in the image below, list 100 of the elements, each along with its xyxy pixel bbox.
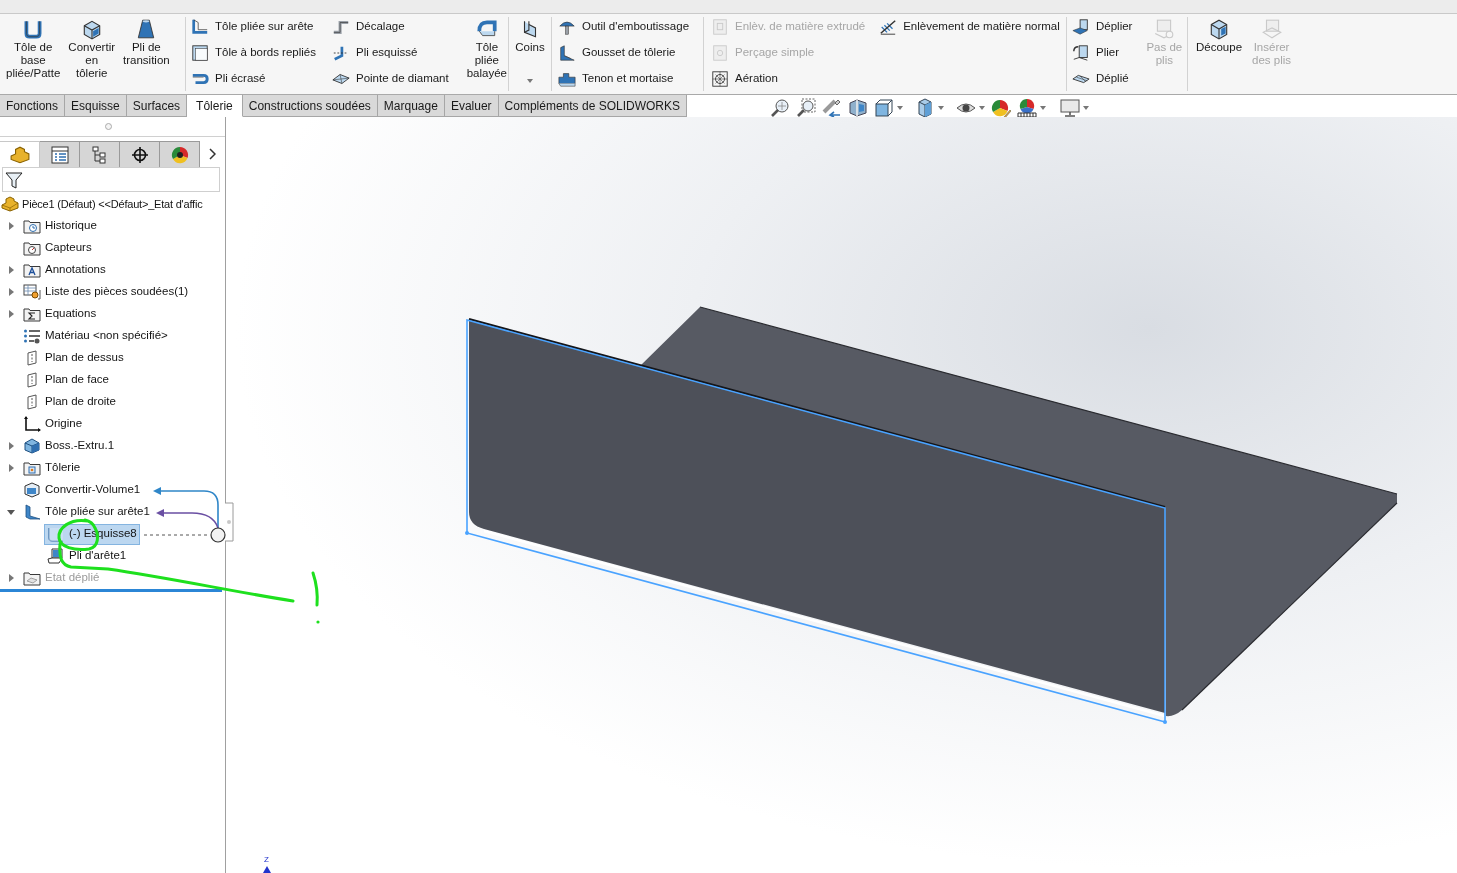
tree-item[interactable]: Boss.-Extru.1 <box>20 435 118 457</box>
caret-icon[interactable] <box>897 105 903 110</box>
cube-icon <box>23 438 41 454</box>
tree-item[interactable]: Equations <box>20 303 100 325</box>
l-bracket-icon <box>191 18 209 36</box>
chevron-right-icon[interactable] <box>209 148 216 160</box>
command-tab[interactable]: Constructions soudées <box>242 95 378 117</box>
magnifier-box-icon[interactable] <box>796 97 816 118</box>
monitor-icon[interactable] <box>1060 97 1080 118</box>
expand-arrow-icon[interactable] <box>8 310 14 318</box>
box-circle-icon <box>1153 18 1176 40</box>
folder-gauge-icon <box>23 240 41 256</box>
folder-sigma-icon <box>23 306 41 322</box>
tree-item[interactable]: Plan de face <box>20 369 112 391</box>
cube-icon[interactable] <box>874 97 894 118</box>
expand-arrow-icon[interactable] <box>8 464 14 472</box>
tree-item[interactable]: Tôlerie <box>20 457 84 479</box>
ribbon-button[interactable]: Outil d'emboutissage <box>556 14 692 40</box>
ribbon-button[interactable]: Découpe <box>1192 14 1247 94</box>
child-link-arrow <box>156 509 219 529</box>
command-tab[interactable]: Fonctions <box>0 95 66 117</box>
sheet-box-icon <box>23 482 41 498</box>
ribbon-button[interactable]: Coins <box>511 14 549 94</box>
section-cube-icon[interactable] <box>848 97 868 118</box>
tree-item[interactable]: Pli d'arête1 <box>44 545 130 567</box>
axis-label: Z <box>264 855 269 864</box>
expand-arrow-icon[interactable] <box>8 266 14 274</box>
list-gear-icon <box>23 328 41 344</box>
ribbon-button[interactable]: Tenon et mortaise <box>556 66 692 92</box>
ribbon-button[interactable]: Pli esquissé <box>330 40 451 66</box>
tree-item[interactable]: Plan de dessus <box>20 347 127 369</box>
panel-tab[interactable] <box>120 141 160 167</box>
folded-sheet-icon <box>47 548 65 564</box>
ribbon-button[interactable]: Convertir en tôlerie <box>64 14 119 94</box>
unfold-icon <box>1072 18 1090 36</box>
square-cut-icon <box>711 18 729 36</box>
tree-item[interactable]: Convertir-Volume1 <box>20 479 144 501</box>
command-tab[interactable]: Esquisse <box>65 95 127 117</box>
step-icon <box>332 18 350 36</box>
bend-icon <box>332 44 350 62</box>
ribbon-button[interactable]: Gousset de tôlerie <box>556 40 692 66</box>
tree-item[interactable]: Historique <box>20 215 100 237</box>
collapse-arrow-icon[interactable] <box>7 509 15 515</box>
ribbon-button[interactable]: Tôle à bords repliés <box>189 40 318 66</box>
ribbon-button[interactable]: Aération <box>709 66 868 92</box>
command-tab[interactable]: Marquage <box>377 95 445 117</box>
command-tab[interactable]: Evaluer <box>444 95 499 117</box>
sketch-icon <box>47 526 65 542</box>
magnifier-icon[interactable] <box>770 97 790 118</box>
tree-item[interactable]: Origine <box>20 413 86 435</box>
color-sphere-icon <box>169 145 190 164</box>
hatched-cut-icon <box>879 18 898 36</box>
caret-icon[interactable] <box>938 105 944 110</box>
caret-icon[interactable] <box>527 79 533 83</box>
ribbon-button[interactable]: Déplié <box>1070 66 1135 92</box>
tree-item[interactable]: Plan de droite <box>20 391 119 413</box>
ribbon-button[interactable]: Tôle pliée sur arête <box>189 14 318 40</box>
ribbon-button[interactable]: Tôle de base pliée/Patte <box>2 14 65 94</box>
tree-item[interactable]: Annotations <box>20 259 109 281</box>
expand-arrow-icon[interactable] <box>8 288 14 296</box>
ribbon-button[interactable]: Pli de transition <box>119 14 174 94</box>
filter-icon <box>5 170 23 189</box>
expand-arrow-icon[interactable] <box>8 222 14 230</box>
wand-arrow-icon[interactable] <box>822 97 842 118</box>
tree-item[interactable]: Liste des pièces soudées(1) <box>20 281 192 303</box>
color-sphere-pencil-icon[interactable] <box>991 97 1011 118</box>
caret-icon[interactable] <box>979 105 985 110</box>
handwritten-exclamation-mark <box>311 571 320 624</box>
ribbon-button[interactable]: Enlèvement de matière normal <box>877 14 1062 40</box>
shaded-cube-icon[interactable] <box>915 97 935 118</box>
command-tab[interactable]: Surfaces <box>126 95 188 117</box>
tree-item[interactable]: Matériau <non spécifié> <box>20 325 171 347</box>
ribbon-button[interactable]: Plier <box>1070 40 1135 66</box>
folder-triangle-icon <box>23 262 41 278</box>
ribbon-button[interactable]: Tôle pliée balayée <box>462 14 511 94</box>
frame-icon <box>191 44 209 62</box>
expand-arrow-icon[interactable] <box>8 442 14 450</box>
folder-clock-icon <box>23 218 41 234</box>
crosshair-icon <box>129 145 150 164</box>
ribbon-button[interactable]: Décalage <box>330 14 451 40</box>
filter-field[interactable] <box>2 167 220 192</box>
vent-grid-icon <box>711 70 729 88</box>
axes-icon <box>23 416 41 432</box>
hole-icon <box>711 44 729 62</box>
tree-item[interactable]: Tôle pliée sur arête1 <box>20 501 153 523</box>
tree-item[interactable]: Capteurs <box>20 237 95 259</box>
axis-arrow-icon <box>263 866 271 873</box>
caret-icon[interactable] <box>1040 105 1046 110</box>
panel-tab[interactable] <box>160 141 200 167</box>
folder-sheet-icon <box>23 570 41 586</box>
caret-icon[interactable] <box>1083 105 1089 110</box>
command-tab[interactable]: Compléments de SOLIDWORKS <box>498 95 687 117</box>
ribbon-button[interactable]: Pointe de diamant <box>330 66 451 92</box>
tree-item[interactable]: Pièce1 (Défaut) <<Défaut>_Etat d'affic <box>1 195 203 213</box>
grip-dot-icon <box>227 520 231 524</box>
ribbon-button[interactable]: Pli écrasé <box>189 66 318 92</box>
fold-icon <box>1072 44 1090 62</box>
ribbon-button[interactable]: Déplier <box>1070 14 1135 40</box>
color-sphere-floor-icon[interactable] <box>1017 97 1037 118</box>
split-box-icon <box>1208 18 1230 40</box>
